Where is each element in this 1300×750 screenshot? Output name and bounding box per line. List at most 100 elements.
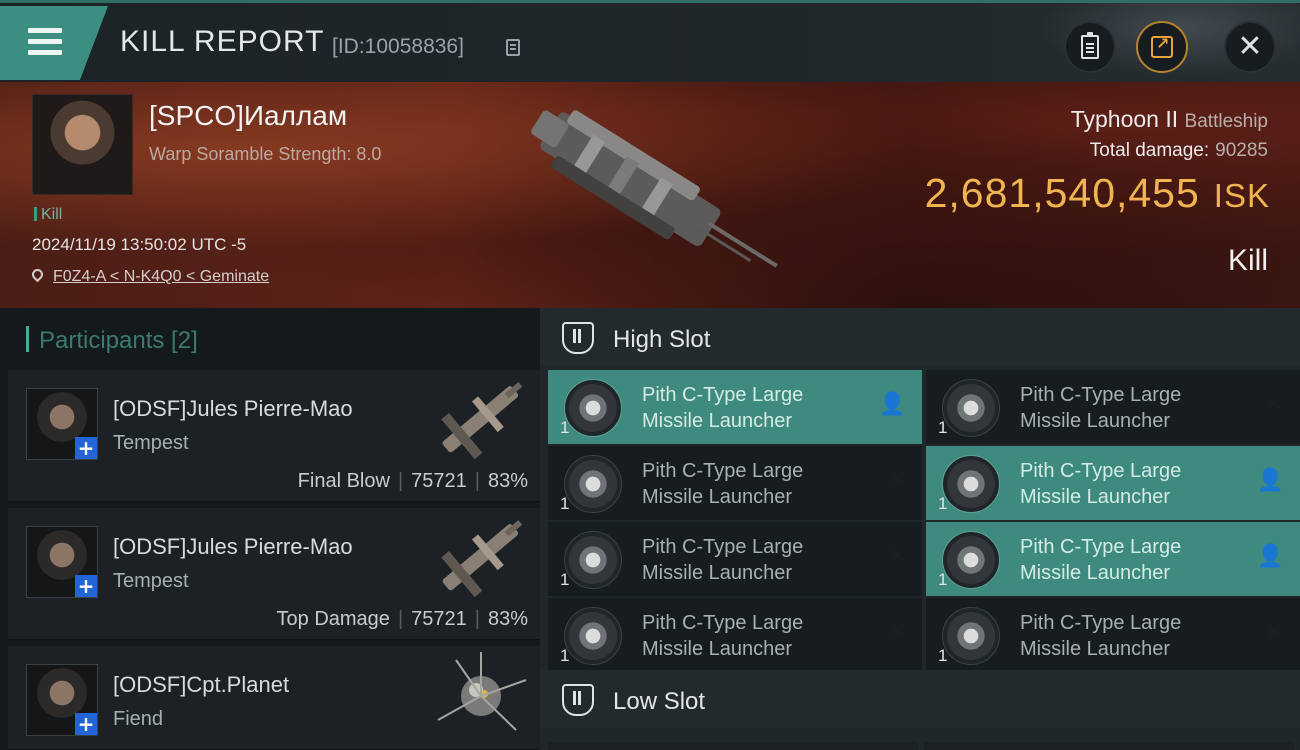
kill-id: [ID:10058836] [332,35,464,58]
plus-icon: + [75,575,97,597]
share-button[interactable] [1136,21,1188,73]
high-slot-module[interactable]: 1 Pith C-Type Large Missile Launcher 👤 [926,446,1300,520]
low-slot-module-peek[interactable] [548,742,918,750]
high-slot-header: High Slot [540,308,1300,366]
module-name: Pith C-Type Large Missile Launcher [1020,536,1182,584]
module-name: Pith C-Type Large Missile Launcher [642,612,804,660]
clipboard-icon [1081,32,1099,59]
plus-icon: + [75,437,97,459]
module-quantity: 1 [938,418,948,437]
victim-ship-class: Battleship [1184,111,1268,132]
total-damage: Total damage: 90285 [1090,140,1268,162]
participant-damage: 75721 [411,470,467,492]
module-name: Pith C-Type Large Missile Launcher [1020,612,1182,660]
stats-divider: | [474,470,480,492]
stats-divider: | [397,470,404,492]
participant-name: [ODSF]Jules Pierre-Mao [113,534,353,559]
high-slot-module[interactable]: 1 Pith C-Type Large Missile Launcher 👤 [548,370,922,444]
high-slot-module[interactable]: 1 Pith C-Type Large Missile Launcher ✕ [548,598,922,672]
stats-divider: | [474,608,480,630]
module-quantity: 1 [560,494,570,513]
close-button[interactable]: ✕ [1224,21,1276,73]
warp-scramble-strength: Warp Soramble Strength: 8.0 [149,144,382,164]
missile-launcher-icon [942,455,1000,513]
module-name: Pith C-Type Large Missile Launcher [642,384,804,432]
participant-avatar: + [26,664,98,736]
participant-ship: Tempest [113,432,189,454]
isk-value: 2,681,540,455 ISK [925,170,1270,217]
participant-avatar: + [26,526,98,598]
participant-ship: Fiend [113,708,164,730]
low-slot-module-peek[interactable] [924,742,1294,750]
participant-percent: 83% [487,608,528,630]
participant-stats: Final Blow | 75721 | 83% [298,470,528,493]
participant-ship-image [441,520,523,598]
x-icon: ✕ [887,468,906,493]
module-quantity: 1 [560,418,570,437]
share-icon [1151,34,1173,58]
person-icon: 👤 [878,392,906,417]
menu-button[interactable] [0,6,108,80]
module-name: Pith C-Type Large Missile Launcher [642,536,804,584]
missile-launcher-icon [564,455,622,513]
victim-banner: [SPCO]Иаллам Warp Soramble Strength: 8.0… [0,82,1300,308]
missile-launcher-icon [564,379,622,437]
low-slot-icon [562,684,594,716]
person-icon: 👤 [1256,468,1284,493]
total-damage-label: Total damage: [1089,140,1210,161]
high-slot-module[interactable]: 1 Pith C-Type Large Missile Launcher ✕ [926,598,1300,672]
victim-ship-name[interactable]: Typhoon II [1071,106,1178,132]
person-icon: 👤 [1256,544,1284,569]
module-quantity: 1 [560,570,570,589]
participant-card[interactable]: + [ODSF]Cpt.Planet Fiend [8,646,540,750]
module-name: Pith C-Type Large Missile Launcher [642,460,804,508]
missile-launcher-icon [564,607,622,665]
participant-ship: Tempest [113,570,189,592]
low-slot-title: Low Slot [613,688,706,715]
participant-ship-image [441,382,523,460]
high-slot-module[interactable]: 1 Pith C-Type Large Missile Launcher ✕ [548,446,922,520]
high-slot-icon [562,322,594,354]
participant-role: Final Blow [297,470,390,492]
module-quantity: 1 [938,570,948,589]
kill-location[interactable]: F0Z4-A < N-K4Q0 < Geminate [29,266,270,286]
high-slot-module[interactable]: 1 Pith C-Type Large Missile Launcher ✕ [926,370,1300,444]
missile-launcher-icon [942,531,1000,589]
module-name: Pith C-Type Large Missile Launcher [1020,384,1182,432]
low-slot-header: Low Slot [540,670,1300,728]
clipboard-button[interactable] [1064,21,1116,73]
participant-card[interactable]: + [ODSF]Jules Pierre-Mao Tempest Final B… [8,370,540,502]
fitting-panel: High Slot 1 Pith C-Type Large Missile Lau… [540,308,1300,750]
missile-launcher-icon [942,379,1000,437]
victim-avatar[interactable] [32,94,133,195]
high-slot-title: High Slot [613,326,711,353]
participant-avatar: + [26,388,98,460]
high-slot-module[interactable]: 1 Pith C-Type Large Missile Launcher 👤 [926,522,1300,596]
module-quantity: 1 [938,646,948,665]
hamburger-icon [28,28,62,56]
victim-ship-image[interactable] [510,100,790,290]
x-icon: ✕ [1265,620,1284,645]
participant-stats: Top Damage | 75721 | 83% [277,608,528,631]
participant-role: Top Damage [276,608,390,630]
kill-tag: Kill [34,206,62,224]
participants-header[interactable]: Participants [2] [26,326,198,355]
x-icon: ✕ [887,544,906,569]
victim-name[interactable]: [SPCO]Иаллам [149,100,347,132]
total-damage-value: 90285 [1215,140,1268,161]
missile-launcher-icon [942,607,1000,665]
x-icon: ✕ [1265,392,1284,417]
module-name: Pith C-Type Large Missile Launcher [1020,460,1182,508]
participant-name: [ODSF]Cpt.Planet [113,672,290,697]
location-text: F0Z4-A < N-K4Q0 < Geminate [53,268,270,285]
module-quantity: 1 [560,646,570,665]
isk-amount: 2,681,540,455 [924,170,1200,216]
stats-divider: | [397,608,404,630]
x-icon: ✕ [887,620,906,645]
high-slot-module[interactable]: 1 Pith C-Type Large Missile Launcher ✕ [548,522,922,596]
copy-icon[interactable] [506,39,520,56]
close-icon: ✕ [1237,29,1263,64]
participant-card[interactable]: + [ODSF]Jules Pierre-Mao Tempest Top Dam… [8,508,540,640]
victim-ship: Typhoon II Battleship [1071,106,1268,133]
location-pin-icon [29,266,46,283]
